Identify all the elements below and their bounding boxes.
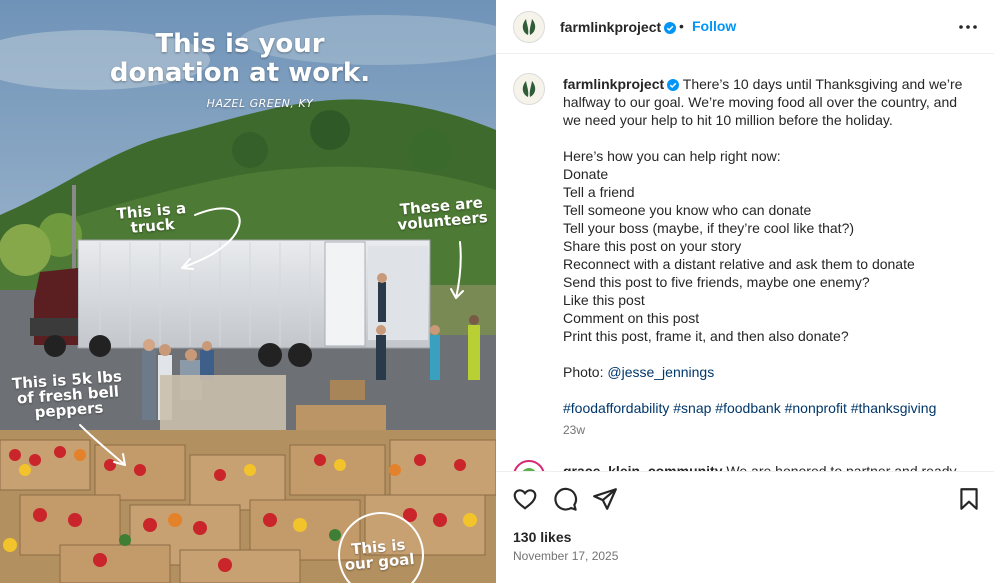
caption-username[interactable]: farmlinkproject xyxy=(563,76,680,92)
leaf-logo-icon xyxy=(522,19,536,35)
verified-badge-icon xyxy=(664,22,677,34)
overlay-headline-line2: donation at work. xyxy=(109,58,371,88)
verified-badge-icon xyxy=(667,79,680,91)
caption-list-title: Here’s how you can help right now: xyxy=(563,148,781,164)
comment-icon[interactable] xyxy=(552,486,578,512)
author-avatar[interactable] xyxy=(513,11,545,43)
overlay-headline-line1: This is your xyxy=(155,29,325,59)
separator-dot: • xyxy=(679,18,684,34)
comments-section[interactable]: farmlinkproject There’s 10 days until Th… xyxy=(496,55,994,470)
caption-item: Print this post, frame it, and then also… xyxy=(563,328,849,344)
overlay-headline: This is your donation at work. xyxy=(60,30,420,88)
author-username[interactable]: farmlinkproject xyxy=(560,19,677,35)
caption-item: Reconnect with a distant relative and as… xyxy=(563,256,915,272)
likes-count[interactable]: 130 likes xyxy=(513,529,571,545)
post-header: farmlinkproject • Follow xyxy=(496,0,994,54)
post-media[interactable]: This is your donation at work. HAZEL GRE… xyxy=(0,0,496,583)
overlay-location: HAZEL GREEN, KY xyxy=(206,97,314,110)
caption-item: Tell your boss (maybe, if they’re cool l… xyxy=(563,220,855,236)
annotation-peppers: This is 5k lbs of fresh bell peppers xyxy=(11,367,123,422)
bookmark-icon[interactable] xyxy=(956,486,982,512)
post-panel: farmlinkproject • Follow farmlinkproject… xyxy=(496,0,994,583)
caption-item: Comment on this post xyxy=(563,310,700,326)
post-caption: farmlinkproject There’s 10 days until Th… xyxy=(563,75,968,439)
caption-item: Share this post on your story xyxy=(563,238,742,254)
action-bar: 130 likes November 17, 2025 xyxy=(496,471,994,583)
caption-age[interactable]: 23w xyxy=(563,421,968,439)
caption-item: Like this post xyxy=(563,292,645,308)
hashtags[interactable]: #foodaffordability #snap #foodbank #nonp… xyxy=(563,399,968,417)
author-username-text: farmlinkproject xyxy=(560,19,662,35)
send-icon[interactable] xyxy=(592,486,618,512)
more-horizontal-icon[interactable] xyxy=(956,17,980,37)
post-date[interactable]: November 17, 2025 xyxy=(513,549,618,563)
caption-item: Tell someone you know who can donate xyxy=(563,202,812,218)
caption-author-avatar[interactable] xyxy=(513,73,545,105)
caption-item: Send this post to five friends, maybe on… xyxy=(563,274,870,290)
photo-label: Photo: xyxy=(563,364,604,380)
photo-credit-link[interactable]: @jesse_jennings xyxy=(607,364,714,380)
caption-item: Tell a friend xyxy=(563,184,635,200)
leaf-logo-icon xyxy=(522,81,536,97)
photo-credit-line: Photo: @jesse_jennings xyxy=(563,363,968,381)
annotation-goal: This is our goal xyxy=(343,535,416,574)
caption-item: Donate xyxy=(563,166,609,182)
follow-button[interactable]: Follow xyxy=(692,18,736,34)
heart-icon[interactable] xyxy=(512,486,538,512)
caption-username-text: farmlinkproject xyxy=(563,76,665,92)
